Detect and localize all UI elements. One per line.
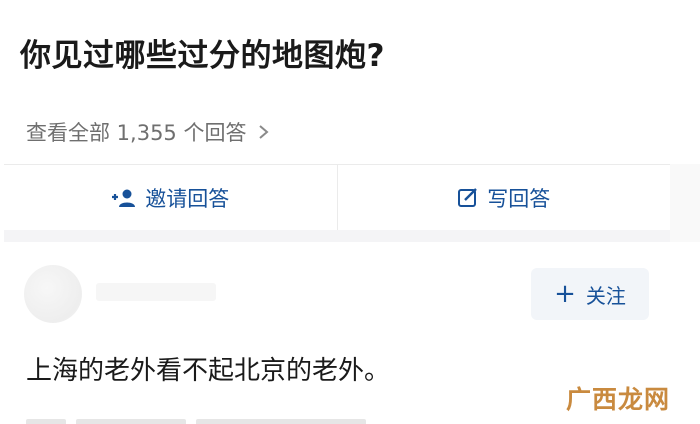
invite-answer-label: 邀请回答: [145, 187, 230, 211]
follow-button[interactable]: + 关注: [531, 268, 649, 320]
view-all-label: 查看全部 1,355 个回答: [26, 121, 247, 145]
invite-answer-button[interactable]: 邀请回答: [4, 165, 337, 231]
follow-label: 关注: [585, 283, 626, 308]
edge-shade: [670, 164, 700, 242]
answer-meta-blurred: [26, 414, 416, 424]
watermark-logo: 广西龙网: [566, 385, 671, 414]
avatar[interactable]: [24, 265, 82, 323]
plus-icon: +: [554, 279, 576, 309]
write-answer-label: 写回答: [487, 187, 551, 211]
view-all-answers-link[interactable]: 查看全部 1,355 个回答: [26, 117, 270, 147]
question-title: 你见过哪些过分的地图炮?: [20, 38, 385, 74]
write-answer-button[interactable]: 写回答: [336, 165, 671, 231]
question-actions: 邀请回答 写回答: [4, 164, 670, 231]
chevron-right-icon: [259, 125, 270, 139]
edit-icon: [458, 188, 478, 207]
section-divider: [4, 230, 670, 242]
add-user-icon: [112, 189, 136, 207]
author-name-blurred[interactable]: [96, 283, 216, 301]
answer-text: 上海的老外看不起北京的老外。: [26, 356, 391, 386]
